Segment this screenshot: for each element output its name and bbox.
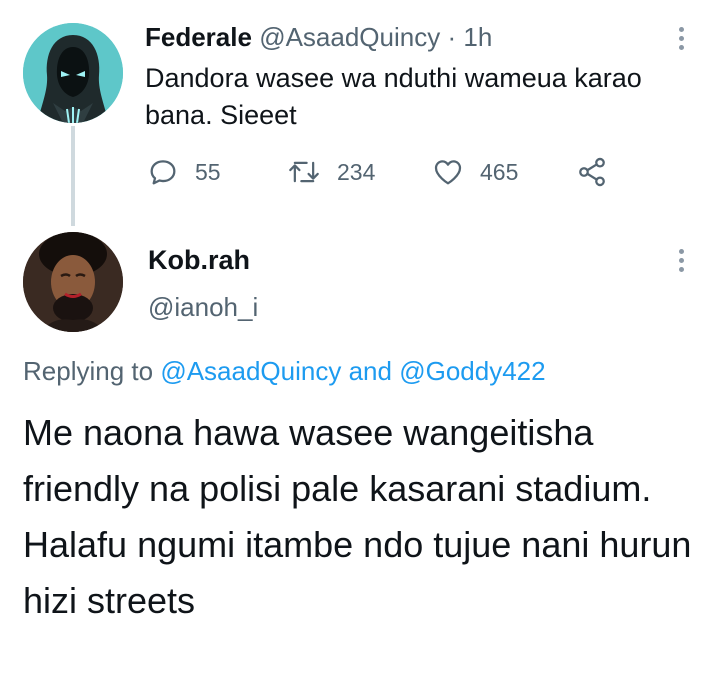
retweet-icon [289,161,319,183]
like-button[interactable]: 465 [432,152,518,192]
reply-button[interactable]: 55 [147,152,221,192]
reply-icon [150,160,176,185]
profile-photo-icon [23,232,123,332]
tweet-timestamp[interactable]: 1h [463,22,492,52]
retweet-count: 234 [337,158,376,185]
avatar-kobrah[interactable] [23,232,123,332]
author-handle[interactable]: @AsaadQuincy [259,22,440,52]
replying-to-line: Replying to @AsaadQuincy and @Goddy422 [23,354,546,388]
retweet-button[interactable]: 234 [287,152,375,192]
reply-tweet-text: Me naona hawa wasee wangeitisha friendly… [23,412,692,621]
author-name[interactable]: Federale [145,22,252,52]
reply-count: 55 [195,158,221,185]
replying-and: and [348,356,392,386]
replying-prefix: Replying to [23,356,154,386]
thread-connector-line [71,126,75,226]
more-vertical-icon[interactable] [679,27,685,54]
more-vertical-icon[interactable] [679,249,685,276]
mention-link-1[interactable]: @AsaadQuincy [160,356,341,386]
share-button[interactable] [576,152,624,192]
reply-author-handle[interactable]: @ianoh_i [148,290,258,324]
mention-link-2[interactable]: @Goddy422 [399,356,545,386]
like-count: 465 [480,158,519,185]
heart-icon [434,160,462,185]
separator-dot: · [447,22,457,52]
hooded-figure-icon [23,23,123,123]
parent-tweet-text: Dandora wasee wa nduthi wameua karao ban… [145,63,642,130]
parent-tweet-header: Federale @AsaadQuincy · 1h [145,20,492,54]
share-icon [579,157,605,187]
reply-author-name[interactable]: Kob.rah [148,243,250,277]
avatar-federale[interactable] [23,23,123,123]
